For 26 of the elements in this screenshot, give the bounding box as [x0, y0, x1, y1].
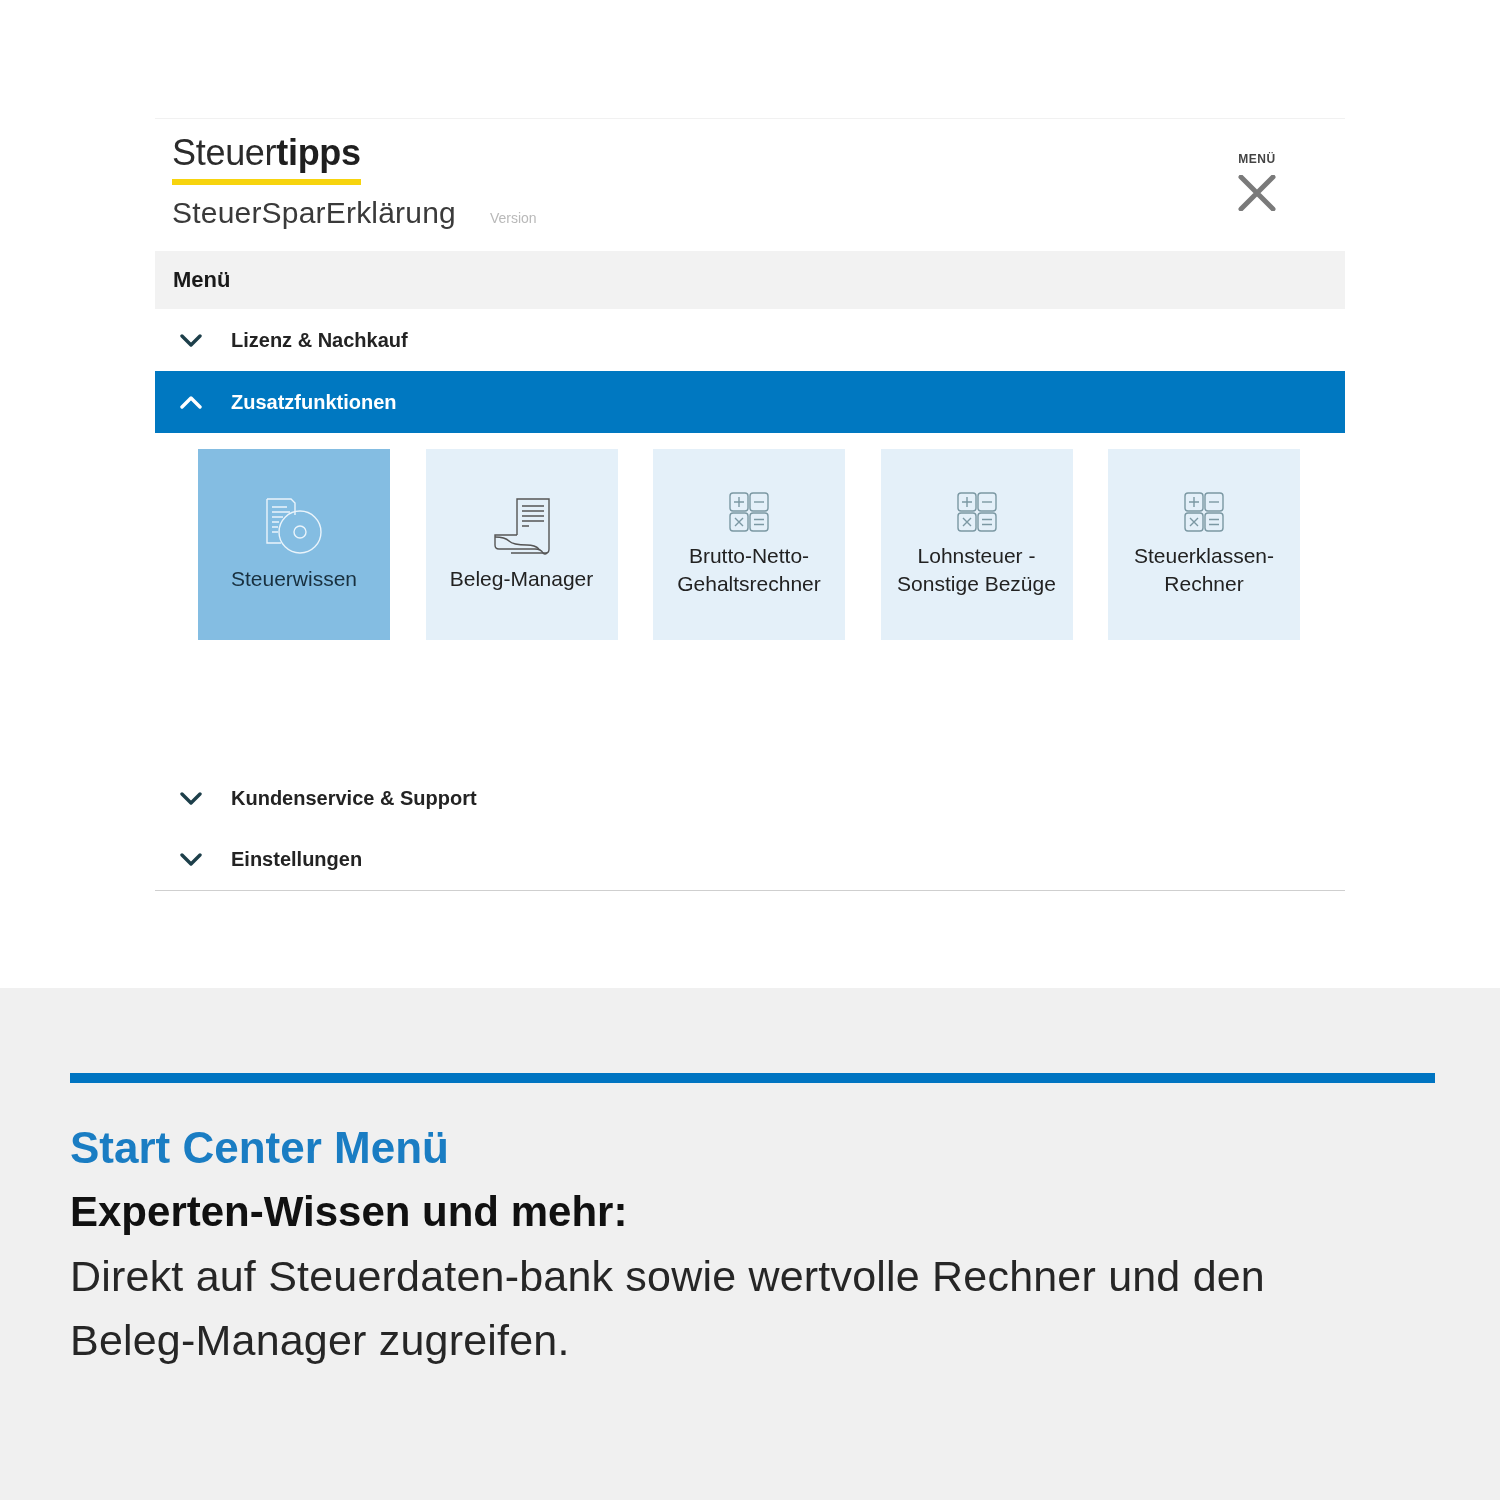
feature-tile[interactable]: Steuerwissen	[198, 449, 390, 640]
document-disc-icon	[265, 496, 323, 555]
chevron-icon	[180, 853, 202, 866]
feature-tile[interactable]: Beleg-Manager	[425, 449, 618, 640]
caption-title: Start Center Menü	[70, 1122, 450, 1174]
close-icon	[1238, 175, 1276, 211]
version-label: Version	[489, 210, 537, 226]
accordion-header[interactable]: Kundenservice & Support	[155, 768, 1345, 829]
logo: Steuertipps	[172, 133, 361, 185]
caption-text: Direkt auf Steuerdaten-bank sowie wertvolle Rechner und den Beleg-Manager zugreifen.	[70, 1251, 1266, 1366]
menu-close-button[interactable]: MENÜ	[1238, 152, 1276, 211]
chevron-icon	[180, 333, 202, 347]
chevron-icon	[180, 395, 202, 409]
product-name: SteuerSparErklärung	[172, 195, 456, 231]
accordion-header[interactable]: Zusatzfunktionen	[155, 371, 1345, 433]
calculator-icon	[729, 491, 769, 532]
feature-tile[interactable]: Lohnsteuer - Sonstige Bezüge	[880, 449, 1073, 640]
feature-tile[interactable]: Steuerklassen-Rechner	[1108, 449, 1300, 640]
calculator-icon	[956, 491, 997, 532]
menu-header: Menü	[155, 251, 1345, 309]
accordion-header[interactable]: Einstellungen	[155, 829, 1345, 890]
accordion-header[interactable]: Lizenz & Nachkauf	[155, 309, 1345, 371]
chevron-icon	[180, 792, 202, 805]
caption-subtitle: Experten-Wissen und mehr:	[70, 1187, 629, 1237]
calculator-icon	[1184, 491, 1224, 532]
feature-tile[interactable]: Brutto-Netto-Gehaltsrechner	[653, 449, 845, 640]
